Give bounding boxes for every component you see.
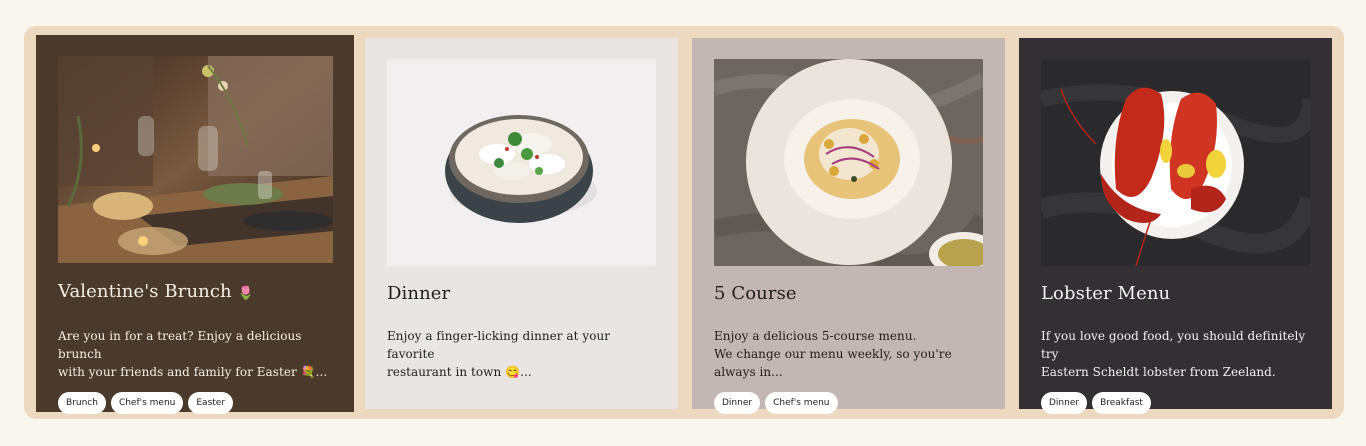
brunch-table-photo: [58, 56, 333, 263]
tag-chefs-menu[interactable]: Chef's menu: [765, 392, 838, 414]
tag-list: Dinner Breakfast: [1041, 392, 1310, 414]
tag-easter[interactable]: Easter: [188, 392, 234, 414]
menu-card-lobster[interactable]: Lobster Menu If you love good food, you …: [1019, 38, 1332, 414]
tulip-icon: 🌷: [237, 286, 254, 301]
tag-dinner[interactable]: Dinner: [714, 392, 761, 414]
card-title: Valentine's Brunch 🌷: [58, 281, 254, 302]
menu-card-dinner[interactable]: Dinner Enjoy a finger-licking dinner at …: [365, 38, 678, 409]
tag-breakfast[interactable]: Breakfast: [1092, 392, 1151, 414]
tag-brunch[interactable]: Brunch: [58, 392, 106, 414]
menu-card-valentines-brunch[interactable]: Valentine's Brunch 🌷 Are you in for a tr…: [36, 35, 354, 414]
card-title: Dinner: [387, 283, 451, 304]
card-description: If you love good food, you should defini…: [1041, 329, 1306, 379]
card-title: 5 Course: [714, 283, 797, 304]
card-description: Enjoy a finger-licking dinner at your fa…: [387, 329, 611, 379]
card-description: Enjoy a delicious 5-course menu. We chan…: [714, 329, 952, 379]
tag-list: Brunch Chef's menu Easter: [58, 392, 332, 414]
card-title: Lobster Menu: [1041, 283, 1171, 304]
tag-dinner[interactable]: Dinner: [1041, 392, 1088, 414]
tag-chefs-menu[interactable]: Chef's menu: [110, 392, 184, 414]
card-description: Are you in for a treat? Enjoy a deliciou…: [58, 329, 328, 379]
dumplings-bowl-photo: [387, 59, 656, 266]
ceviche-plate-photo: [714, 59, 983, 266]
menu-card-5-course[interactable]: 5 Course Enjoy a delicious 5-course menu…: [692, 38, 1005, 414]
lobster-plate-photo: [1041, 59, 1310, 266]
tag-list: Dinner Chef's menu: [714, 392, 983, 414]
